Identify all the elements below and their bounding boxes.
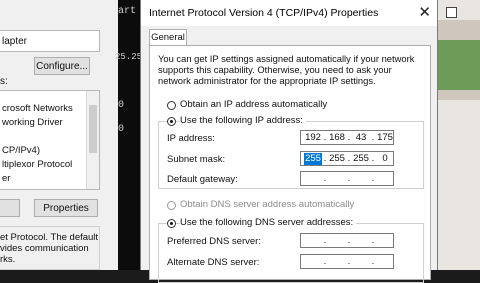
ip-address-field[interactable]: 192. 168. 43. 175 <box>300 130 394 145</box>
close-icon[interactable]: ✕ <box>418 3 431 21</box>
items-label: s: <box>0 76 8 87</box>
octet-separator: . <box>347 256 351 267</box>
title-bar[interactable]: Internet Protocol Version 4 (TCP/IPv4) P… <box>141 0 437 26</box>
terminal-line: 0 <box>118 100 125 111</box>
use-following-dns-label[interactable]: Use the following DNS server addresses: <box>180 217 357 228</box>
octet-separator: . <box>347 235 351 246</box>
configure-button[interactable]: Configure... <box>34 57 90 75</box>
list-item[interactable]: working Driver <box>2 117 63 128</box>
desktop-background <box>438 0 480 270</box>
terminal-line: 0 <box>118 124 125 135</box>
list-item[interactable]: er <box>2 173 10 184</box>
octet-separator: . <box>371 153 375 164</box>
general-panel: You can get IP settings assigned automat… <box>149 45 431 283</box>
octet-separator: . <box>347 132 351 143</box>
preferred-dns-label: Preferred DNS server: <box>167 236 261 247</box>
octet-separator: . <box>347 173 351 184</box>
preferred-dns-field[interactable]: . . . <box>300 233 394 248</box>
subnet-octet[interactable]: 0 <box>376 153 394 165</box>
properties-button[interactable]: Properties <box>34 199 98 217</box>
list-item[interactable]: ltiplexor Protocol <box>2 159 72 170</box>
dns-group <box>158 223 424 283</box>
dialog-title: Internet Protocol Version 4 (TCP/IPv4) P… <box>149 7 379 19</box>
adapter-name-field: lapter <box>0 30 100 52</box>
obtain-dns-auto-radio[interactable] <box>167 201 176 210</box>
scrollbar-thumb[interactable] <box>89 105 97 153</box>
checkbox-icon <box>446 7 457 18</box>
octet-separator: . <box>323 256 327 267</box>
intro-text: You can get IP settings assigned automat… <box>158 53 415 86</box>
background-image-detail <box>438 40 480 90</box>
default-gateway-label: Default gateway: <box>167 174 238 185</box>
list-item[interactable]: crosoft Networks <box>2 103 73 114</box>
adapter-properties-window: lapter Configure... s: crosoft Networks … <box>0 0 119 270</box>
subnet-mask-field[interactable]: 255. 255. 255. 0 <box>300 151 394 166</box>
use-following-ip-label[interactable]: Use the following IP address: <box>180 115 306 126</box>
octet-separator: . <box>371 132 375 143</box>
ip-octet[interactable]: 168 <box>328 132 346 144</box>
ip-address-label: IP address: <box>167 133 215 144</box>
ipv4-properties-dialog: Internet Protocol Version 4 (TCP/IPv4) P… <box>140 0 438 283</box>
alternate-dns-field[interactable]: . . . <box>300 254 394 269</box>
uninstall-button[interactable] <box>0 199 20 217</box>
terminal-line: 25.25 <box>115 52 143 62</box>
obtain-dns-auto-label[interactable]: Obtain DNS server address automatically <box>180 199 354 210</box>
description-text: et Protocol. The default vides communica… <box>0 232 99 265</box>
ip-octet[interactable]: 43 <box>352 132 370 144</box>
terminal-window: art 25.25 0 0 <box>115 0 143 270</box>
octet-separator: . <box>347 153 351 164</box>
subnet-octet[interactable]: 255 <box>328 153 346 165</box>
ip-octet[interactable]: 175 <box>376 132 394 144</box>
tab-general[interactable]: General <box>149 29 187 46</box>
ip-octet[interactable]: 192 <box>304 132 322 144</box>
default-gateway-field[interactable]: . . . <box>300 171 394 186</box>
octet-separator: . <box>371 256 375 267</box>
octet-separator: . <box>323 153 327 164</box>
list-item[interactable]: CP/IPv4) <box>2 145 40 156</box>
octet-separator: . <box>323 235 327 246</box>
octet-separator: . <box>371 235 375 246</box>
terminal-line: art <box>118 6 137 17</box>
subnet-octet[interactable]: 255 <box>352 153 370 165</box>
protocol-list[interactable]: crosoft Networks working Driver CP/IPv4)… <box>0 90 100 190</box>
octet-separator: . <box>323 132 327 143</box>
octet-separator: . <box>323 173 327 184</box>
subnet-octet-selected[interactable]: 255 <box>304 153 322 165</box>
obtain-ip-auto-radio[interactable] <box>167 101 176 110</box>
alternate-dns-label: Alternate DNS server: <box>167 257 260 268</box>
use-following-ip-radio[interactable] <box>167 117 176 126</box>
list-scrollbar[interactable] <box>86 91 99 189</box>
obtain-ip-auto-label[interactable]: Obtain an IP address automatically <box>180 99 327 110</box>
octet-separator: . <box>371 173 375 184</box>
use-following-dns-radio[interactable] <box>167 219 176 228</box>
subnet-mask-label: Subnet mask: <box>167 154 226 165</box>
